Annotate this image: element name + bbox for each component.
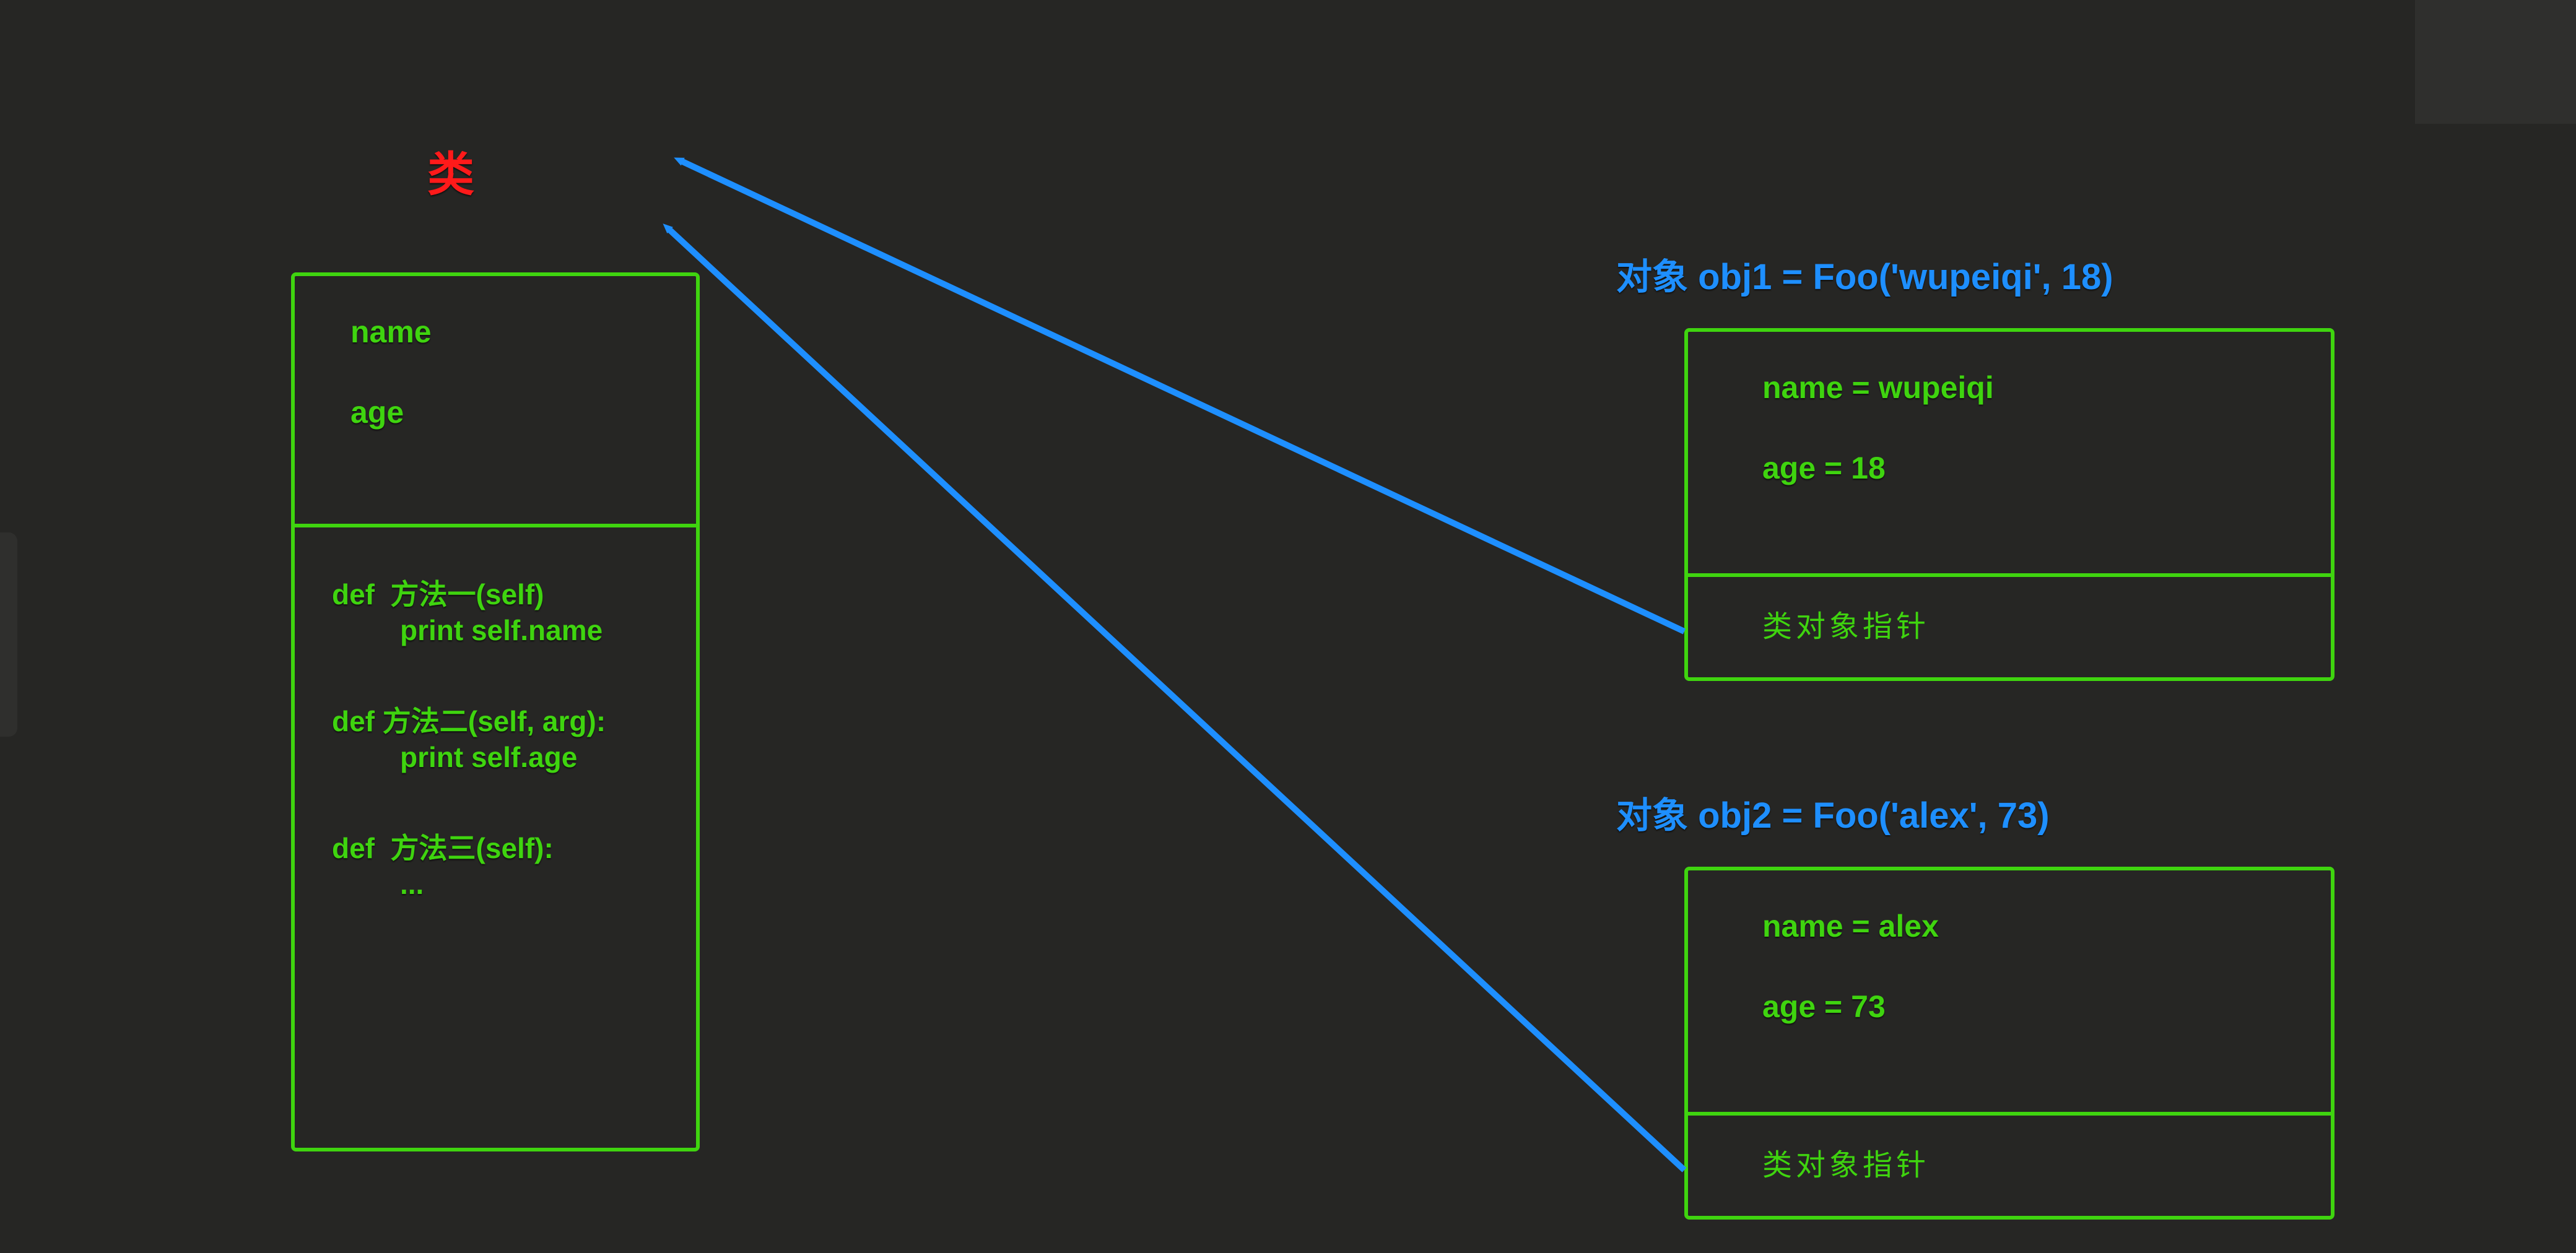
class-methods-section: def 方法一(self) print self.name def 方法二(se…: [295, 527, 696, 982]
class-box: name age def 方法一(self) print self.name d…: [291, 272, 700, 1151]
obj1-title: 对象 obj1 = Foo('wupeiqi', 18): [1616, 248, 2113, 300]
obj1-pointer-label: 类对象指针: [1762, 610, 1930, 643]
obj1-attrs: name = wupeiqi age = 18: [1688, 332, 2331, 573]
arrow-obj2: [669, 229, 1684, 1170]
method-2-body: print self.age: [332, 740, 671, 776]
class-attr-age: age: [350, 394, 653, 431]
obj2-title: 对象 obj2 = Foo('alex', 73): [1616, 786, 2050, 838]
class-attr-name: name: [350, 313, 653, 350]
left-decor: [0, 532, 17, 737]
method-2-sig: def 方法二(self, arg):: [332, 704, 671, 740]
method-3-sig: def 方法三(self):: [332, 831, 671, 867]
obj2-attr-age: age = 73: [1762, 988, 2294, 1025]
arrow-obj1: [681, 161, 1684, 631]
class-attributes-section: name age: [295, 276, 696, 524]
method-2: def 方法二(self, arg): print self.age: [332, 704, 671, 775]
method-1-body: print self.name: [332, 613, 671, 649]
method-3-body: ...: [332, 867, 671, 903]
corner-decor: [2415, 0, 2576, 124]
obj2-pointer-row: 类对象指针: [1688, 1116, 2331, 1208]
method-1-sig: def 方法一(self): [332, 577, 671, 613]
obj2-attrs: name = alex age = 73: [1688, 870, 2331, 1112]
obj1-attr-age: age = 18: [1762, 449, 2294, 487]
method-1: def 方法一(self) print self.name: [332, 577, 671, 648]
obj1-pointer-row: 类对象指针: [1688, 577, 2331, 670]
obj2-pointer-label: 类对象指针: [1762, 1149, 1930, 1182]
obj1-box: name = wupeiqi age = 18 类对象指针: [1684, 328, 2334, 681]
obj2-box: name = alex age = 73 类对象指针: [1684, 867, 2334, 1220]
obj2-attr-name: name = alex: [1762, 908, 2294, 945]
class-title: 类: [427, 136, 474, 204]
obj1-attr-name: name = wupeiqi: [1762, 369, 2294, 406]
method-3: def 方法三(self): ...: [332, 831, 671, 902]
